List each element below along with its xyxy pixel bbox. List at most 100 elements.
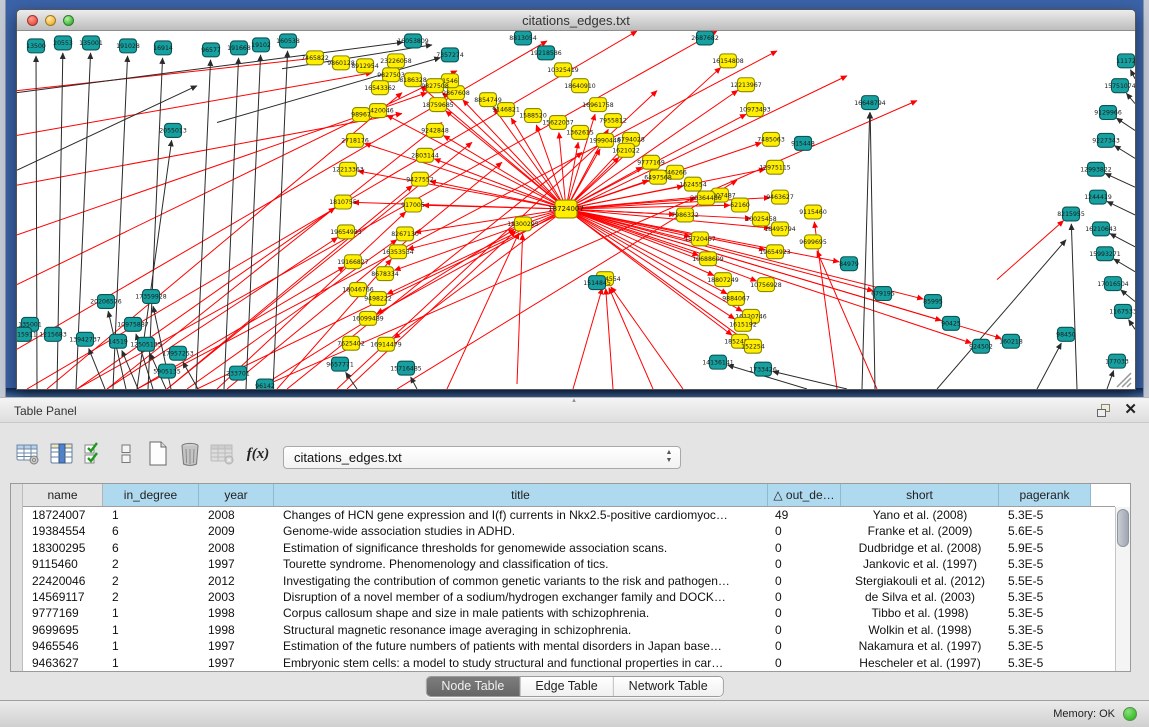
splitter-handle[interactable]: ▴ [569, 399, 579, 403]
cited-node[interactable]: 8678334 [371, 267, 399, 281]
cell[interactable]: 9699695 [23, 622, 103, 638]
peripheral-node[interactable]: 1215683 [39, 327, 67, 341]
column-header-in_degree[interactable]: in_degree [103, 484, 199, 506]
cell[interactable]: Hescheler et al. (1997) [841, 655, 999, 671]
cell[interactable]: 1 [103, 507, 199, 523]
citation-network-graph[interactable]: 1872400718300295193845541562203713626151… [17, 31, 1135, 389]
peripheral-node[interactable]: 191028 [116, 39, 140, 53]
cited-node[interactable]: 1624554 [679, 177, 707, 191]
table-source-select[interactable]: citations_edges.txt ▲▼ [283, 446, 681, 469]
cell[interactable]: 9465546 [23, 638, 103, 654]
citation-edge-red[interactable] [566, 209, 757, 281]
cell[interactable]: 5.3E-5 [999, 638, 1091, 654]
cited-node[interactable]: 19654933 [330, 225, 362, 239]
cell[interactable]: 2 [103, 573, 199, 589]
cited-node[interactable]: 9699695 [799, 235, 827, 249]
peripheral-node[interactable]: 11172 [1116, 54, 1135, 68]
cell[interactable]: 9777169 [23, 605, 103, 621]
vertical-scrollbar[interactable] [1115, 507, 1130, 671]
cell[interactable]: 0 [768, 573, 841, 589]
cited-node[interactable]: 8267130 [391, 227, 419, 241]
peripheral-node[interactable]: 7357274 [436, 48, 464, 62]
cell[interactable]: 1997 [199, 655, 274, 671]
peripheral-node[interactable]: 135001 [79, 36, 103, 50]
cited-node[interactable]: 62160 [730, 198, 750, 212]
cell[interactable]: 6 [103, 540, 199, 556]
citation-edge-black[interactable] [862, 113, 870, 389]
table-row[interactable]: 969969511998Structural magnetic resonanc… [23, 622, 1115, 638]
peripheral-node[interactable]: 8813054 [509, 31, 537, 45]
peripheral-node[interactable]: 13500 [26, 39, 46, 53]
peripheral-node[interactable]: 1733426 [749, 362, 777, 376]
peripheral-node[interactable]: 160218 [999, 334, 1023, 348]
citation-edge-black[interactable] [1126, 93, 1135, 103]
cell[interactable]: 1 [103, 655, 199, 671]
citation-edge-red[interactable] [408, 209, 566, 249]
peripheral-node[interactable]: 9227343 [1092, 133, 1120, 147]
citation-edge-black[interactable] [1121, 290, 1135, 302]
table-row[interactable]: 1938455462009Genome-wide association stu… [23, 523, 1115, 539]
table-settings-icon[interactable] [14, 439, 42, 469]
citation-edge-black[interactable] [1107, 201, 1135, 215]
peripheral-node[interactable]: 160538 [276, 34, 300, 48]
right-panel-edge[interactable] [1143, 0, 1149, 397]
citation-edge-red[interactable] [415, 209, 566, 232]
cited-node[interactable]: 10756928 [750, 278, 782, 292]
tab-network-table[interactable]: Network Table [614, 677, 723, 696]
peripheral-node[interactable]: 84979 [839, 257, 859, 271]
citation-edge-red[interactable] [997, 221, 1064, 280]
cell[interactable]: Wolkin et al. (1998) [841, 622, 999, 638]
cell[interactable]: Franke et al. (2009) [841, 523, 999, 539]
column-header-title[interactable]: title [274, 484, 768, 506]
citation-edge-black[interactable] [1107, 371, 1114, 389]
function-builder-icon[interactable]: f(x) [242, 439, 274, 469]
citation-edge-red[interactable] [609, 288, 653, 389]
citation-edge-red[interactable] [573, 288, 602, 389]
peripheral-node[interactable]: 17016504 [1097, 277, 1129, 291]
cell[interactable]: 5.3E-5 [999, 589, 1091, 605]
cell[interactable]: 2 [103, 589, 199, 605]
cell[interactable]: 19384554 [23, 523, 103, 539]
column-header-year[interactable]: year [199, 484, 274, 506]
cited-node[interactable]: 7986322 [671, 208, 699, 222]
cell[interactable]: Dudbridge et al. (2008) [841, 540, 999, 556]
citation-edge-red[interactable] [447, 233, 519, 389]
citation-edge-black[interactable] [1129, 320, 1135, 330]
citation-edge-black[interactable] [1130, 70, 1135, 79]
peripheral-node[interactable]: 14519 [108, 334, 128, 348]
cell[interactable]: 2012 [199, 573, 274, 589]
table-row[interactable]: 911546021997Tourette syndrome. Phenomeno… [23, 556, 1115, 572]
citation-edge-red[interactable] [227, 162, 502, 389]
cell[interactable]: 18724007 [23, 507, 103, 523]
cell[interactable]: 18300295 [23, 540, 103, 556]
peripheral-node[interactable]: 17359928 [135, 290, 167, 304]
float-panel-icon[interactable] [1097, 404, 1112, 417]
cited-node[interactable]: 16543362 [364, 81, 396, 95]
cell[interactable]: Embryonic stem cells: a model to study s… [274, 655, 768, 671]
citation-edge-black[interactable] [217, 58, 440, 123]
cell[interactable]: 2003 [199, 589, 274, 605]
citation-edge-red[interactable] [817, 251, 877, 389]
cell[interactable]: 5.3E-5 [999, 556, 1091, 572]
cited-node[interactable]: 10688609 [692, 252, 724, 266]
delete-icon[interactable] [176, 439, 204, 469]
citation-edge-black[interactable] [89, 349, 105, 389]
cell[interactable]: Tourette syndrome. Phenomenology and cla… [274, 556, 768, 572]
column-header-short[interactable]: short [841, 484, 999, 506]
cell[interactable]: Genome-wide association studies in ADHD. [274, 523, 768, 539]
peripheral-node[interactable]: 5905135 [153, 364, 181, 378]
close-panel-icon[interactable]: ✕ [1124, 402, 1137, 418]
cell[interactable]: Changes of HCN gene expression and I(f) … [274, 507, 768, 523]
citation-edge-red[interactable] [287, 152, 582, 389]
table-row[interactable]: 1830029562008Estimation of significance … [23, 540, 1115, 556]
cell[interactable]: 0 [768, 638, 841, 654]
citation-edge-red[interactable] [347, 231, 516, 389]
peripheral-node[interactable]: 90425 [941, 316, 961, 330]
cell[interactable]: 1997 [199, 638, 274, 654]
cell[interactable]: Structural magnetic resonance image aver… [274, 622, 768, 638]
cited-node[interactable]: 18640910 [564, 79, 596, 93]
cited-node[interactable]: 7955812 [599, 114, 627, 128]
cell[interactable]: 9463627 [23, 655, 103, 671]
citation-edge-black[interactable] [870, 113, 875, 389]
peripheral-node[interactable]: 915448 [791, 136, 815, 150]
